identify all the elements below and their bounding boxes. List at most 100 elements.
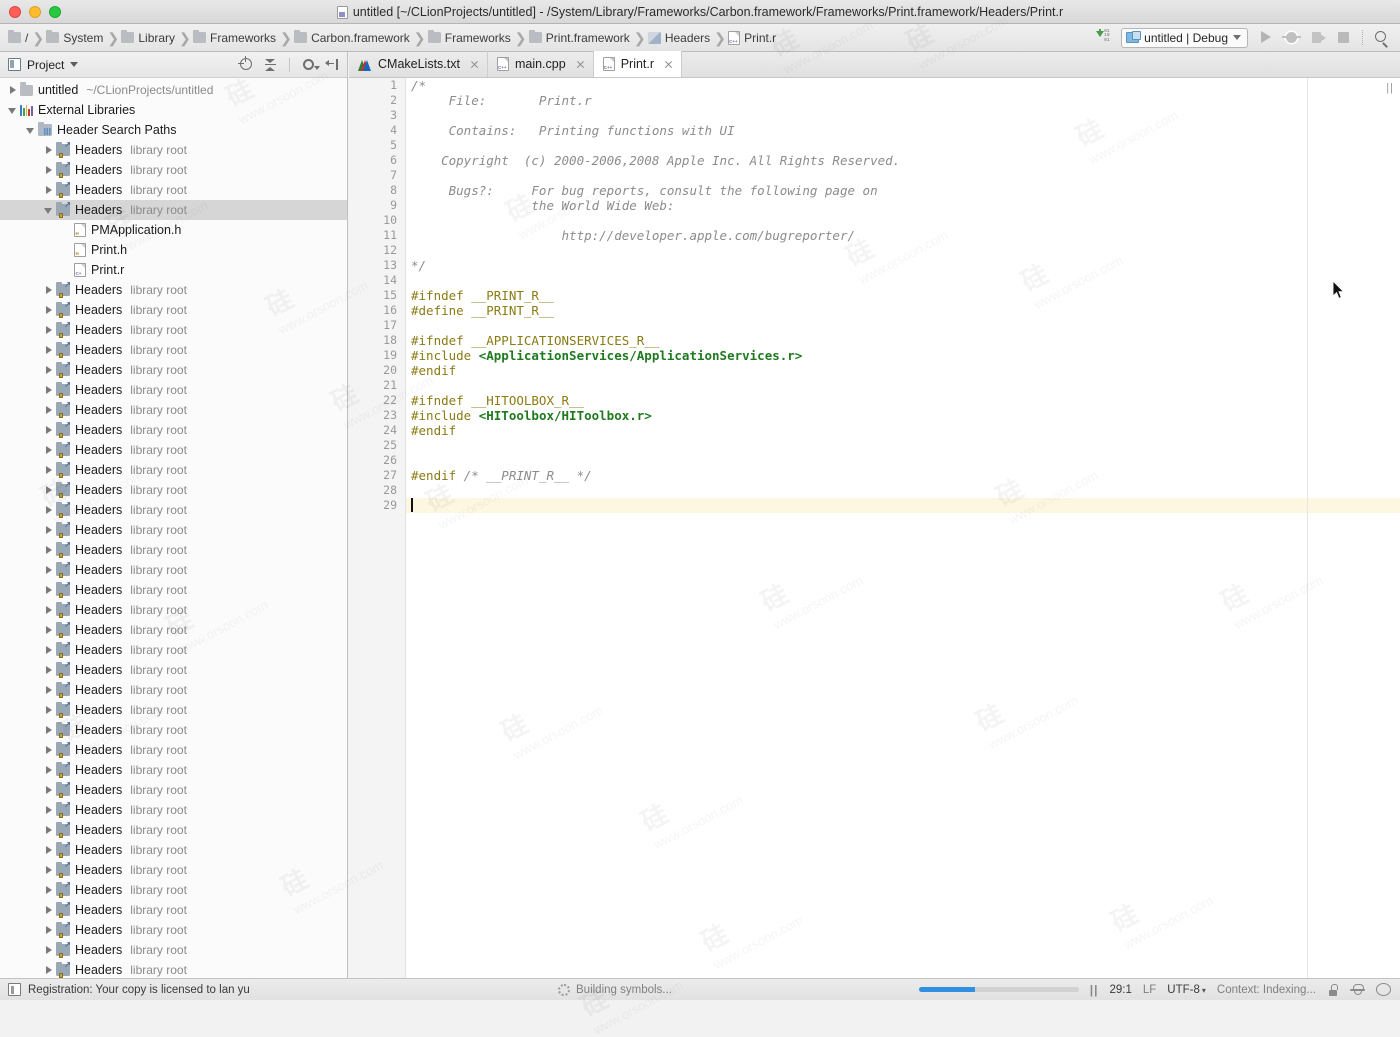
code-line[interactable]: Copyright (c) 2000-2006,2008 Apple Inc. … (406, 153, 1400, 168)
expand-toggle-icon[interactable] (42, 924, 54, 936)
expand-toggle-icon[interactable] (42, 604, 54, 616)
code-line[interactable]: */ (406, 258, 1400, 273)
tree-node[interactable]: ↗Headerslibrary root (0, 140, 347, 160)
tree-node[interactable]: HPMApplication.h (0, 220, 347, 240)
search-bubble-icon[interactable] (1376, 983, 1390, 996)
tree-node[interactable]: ↗Headerslibrary root (0, 540, 347, 560)
tree-node[interactable]: ↗Headerslibrary root (0, 820, 347, 840)
profile-button[interactable] (1309, 29, 1326, 46)
tree-node[interactable]: ↗Headerslibrary root (0, 500, 347, 520)
code-line[interactable]: #ifndef __PRINT_R__ (406, 288, 1400, 303)
code-line[interactable]: #endif (406, 363, 1400, 378)
caret-position[interactable]: 29:1 (1109, 984, 1131, 996)
tree-node[interactable]: ↗Headerslibrary root (0, 780, 347, 800)
expand-toggle-icon[interactable] (42, 684, 54, 696)
expand-toggle-icon[interactable] (42, 204, 54, 216)
expand-toggle-icon[interactable] (42, 824, 54, 836)
project-tree[interactable]: untitled~/CLionProjects/untitledExternal… (0, 78, 347, 978)
tree-node[interactable]: ↗Headerslibrary root (0, 640, 347, 660)
tree-node[interactable]: ↗Headerslibrary root (0, 520, 347, 540)
code-line[interactable]: #endif /* __PRINT_R__ */ (406, 468, 1400, 483)
code-line[interactable] (406, 318, 1400, 333)
tree-node[interactable]: ↗Headerslibrary root (0, 160, 347, 180)
expand-toggle-icon[interactable] (42, 744, 54, 756)
tree-node[interactable]: ↗Headerslibrary root (0, 280, 347, 300)
expand-toggle-icon[interactable] (42, 944, 54, 956)
expand-toggle-icon[interactable] (42, 344, 54, 356)
expand-toggle-icon[interactable] (42, 804, 54, 816)
code-line[interactable]: #endif (406, 423, 1400, 438)
code-line[interactable]: #include <ApplicationServices/Applicatio… (406, 348, 1400, 363)
expand-toggle-icon[interactable] (42, 544, 54, 556)
debug-button[interactable] (1283, 29, 1300, 46)
close-icon[interactable] (469, 59, 480, 70)
update-sync-icon[interactable]: 011001 (1095, 29, 1112, 46)
code-line[interactable] (406, 273, 1400, 288)
code-line[interactable] (406, 243, 1400, 258)
editor-tab-cmakeliststxt[interactable]: CMakeLists.txt (349, 51, 488, 77)
expand-toggle-icon[interactable] (42, 904, 54, 916)
tree-node[interactable]: ↗Headerslibrary root (0, 800, 347, 820)
code-line[interactable] (406, 453, 1400, 468)
hide-panel-icon[interactable] (325, 57, 340, 72)
tree-node[interactable]: ↗Headerslibrary root (0, 480, 347, 500)
line-separator[interactable]: LF (1143, 984, 1156, 996)
tree-node[interactable]: ↗Headerslibrary root (0, 840, 347, 860)
tree-node[interactable]: ↗Headerslibrary root (0, 880, 347, 900)
tree-node[interactable]: ↗Headerslibrary root (0, 180, 347, 200)
code-line[interactable] (406, 438, 1400, 453)
expand-toggle-icon[interactable] (42, 584, 54, 596)
expand-toggle-icon[interactable] (42, 844, 54, 856)
tree-node[interactable]: ↗Headerslibrary root (0, 360, 347, 380)
code-line[interactable]: Bugs?: For bug reports, consult the foll… (406, 183, 1400, 198)
tree-node[interactable]: ↗Headerslibrary root (0, 760, 347, 780)
tree-node[interactable]: ↗Headerslibrary root (0, 960, 347, 978)
expand-toggle-icon[interactable] (24, 124, 36, 136)
expand-toggle-icon[interactable] (42, 504, 54, 516)
tree-node[interactable]: ↗Headerslibrary root (0, 900, 347, 920)
expand-toggle-icon[interactable] (42, 864, 54, 876)
editor-tab-printr[interactable]: Print.r (594, 51, 682, 77)
expand-toggle-icon[interactable] (42, 364, 54, 376)
breadcrumb-item-Print.r[interactable]: Print.r (728, 31, 776, 45)
breadcrumb-item-Print.framework[interactable]: Print.framework (529, 31, 630, 45)
code-line[interactable]: #define __PRINT_R__ (406, 303, 1400, 318)
tree-node[interactable]: ↗Headerslibrary root (0, 740, 347, 760)
code-line[interactable] (406, 108, 1400, 123)
expand-toggle-icon[interactable] (42, 384, 54, 396)
breadcrumb-item-System[interactable]: System (46, 31, 103, 45)
locate-icon[interactable] (239, 57, 254, 72)
tree-node[interactable]: ↗Headerslibrary root (0, 940, 347, 960)
tree-node[interactable]: ↗Headerslibrary root (0, 460, 347, 480)
breadcrumb-item-Library[interactable]: Library (121, 31, 175, 45)
code-line[interactable]: http://developer.apple.com/bugreporter/ (406, 228, 1400, 243)
breadcrumb-item-Frameworks[interactable]: Frameworks (193, 31, 276, 45)
hector-hat-icon[interactable] (1350, 983, 1365, 996)
code-line[interactable]: the World Wide Web: (406, 198, 1400, 213)
code-line[interactable] (406, 483, 1400, 498)
code-line[interactable]: #include <HIToolbox/HIToolbox.r> (406, 408, 1400, 423)
code-line[interactable] (406, 498, 1400, 513)
breadcrumb-item-Frameworks[interactable]: Frameworks (428, 31, 511, 45)
code-line[interactable]: /* (406, 78, 1400, 93)
tree-node[interactable]: ↗Headerslibrary root (0, 920, 347, 940)
build-status-group[interactable]: Building symbols... (558, 984, 672, 996)
tree-node[interactable]: ↗Headerslibrary root (0, 580, 347, 600)
tree-node[interactable]: ↗Headerslibrary root (0, 560, 347, 580)
tree-node[interactable]: ↗Headerslibrary root (0, 340, 347, 360)
code-line[interactable] (406, 378, 1400, 393)
breadcrumb-item-Headers[interactable]: Headers (648, 31, 710, 45)
stop-button[interactable] (1335, 29, 1352, 46)
expand-toggle-icon[interactable] (42, 464, 54, 476)
tree-node[interactable]: HPrint.h (0, 240, 347, 260)
expand-toggle-icon[interactable] (42, 564, 54, 576)
code-line[interactable]: #ifndef __HITOOLBOX_R__ (406, 393, 1400, 408)
context-indicator[interactable]: Context: Indexing... (1217, 984, 1316, 996)
minimize-button[interactable] (29, 6, 41, 18)
code-line[interactable]: #ifndef __APPLICATIONSERVICES_R__ (406, 333, 1400, 348)
expand-toggle-icon[interactable] (42, 724, 54, 736)
expand-toggle-icon[interactable] (6, 84, 18, 96)
tree-node[interactable]: ↗Headerslibrary root (0, 200, 347, 220)
expand-toggle-icon[interactable] (42, 444, 54, 456)
code-line[interactable] (406, 138, 1400, 153)
